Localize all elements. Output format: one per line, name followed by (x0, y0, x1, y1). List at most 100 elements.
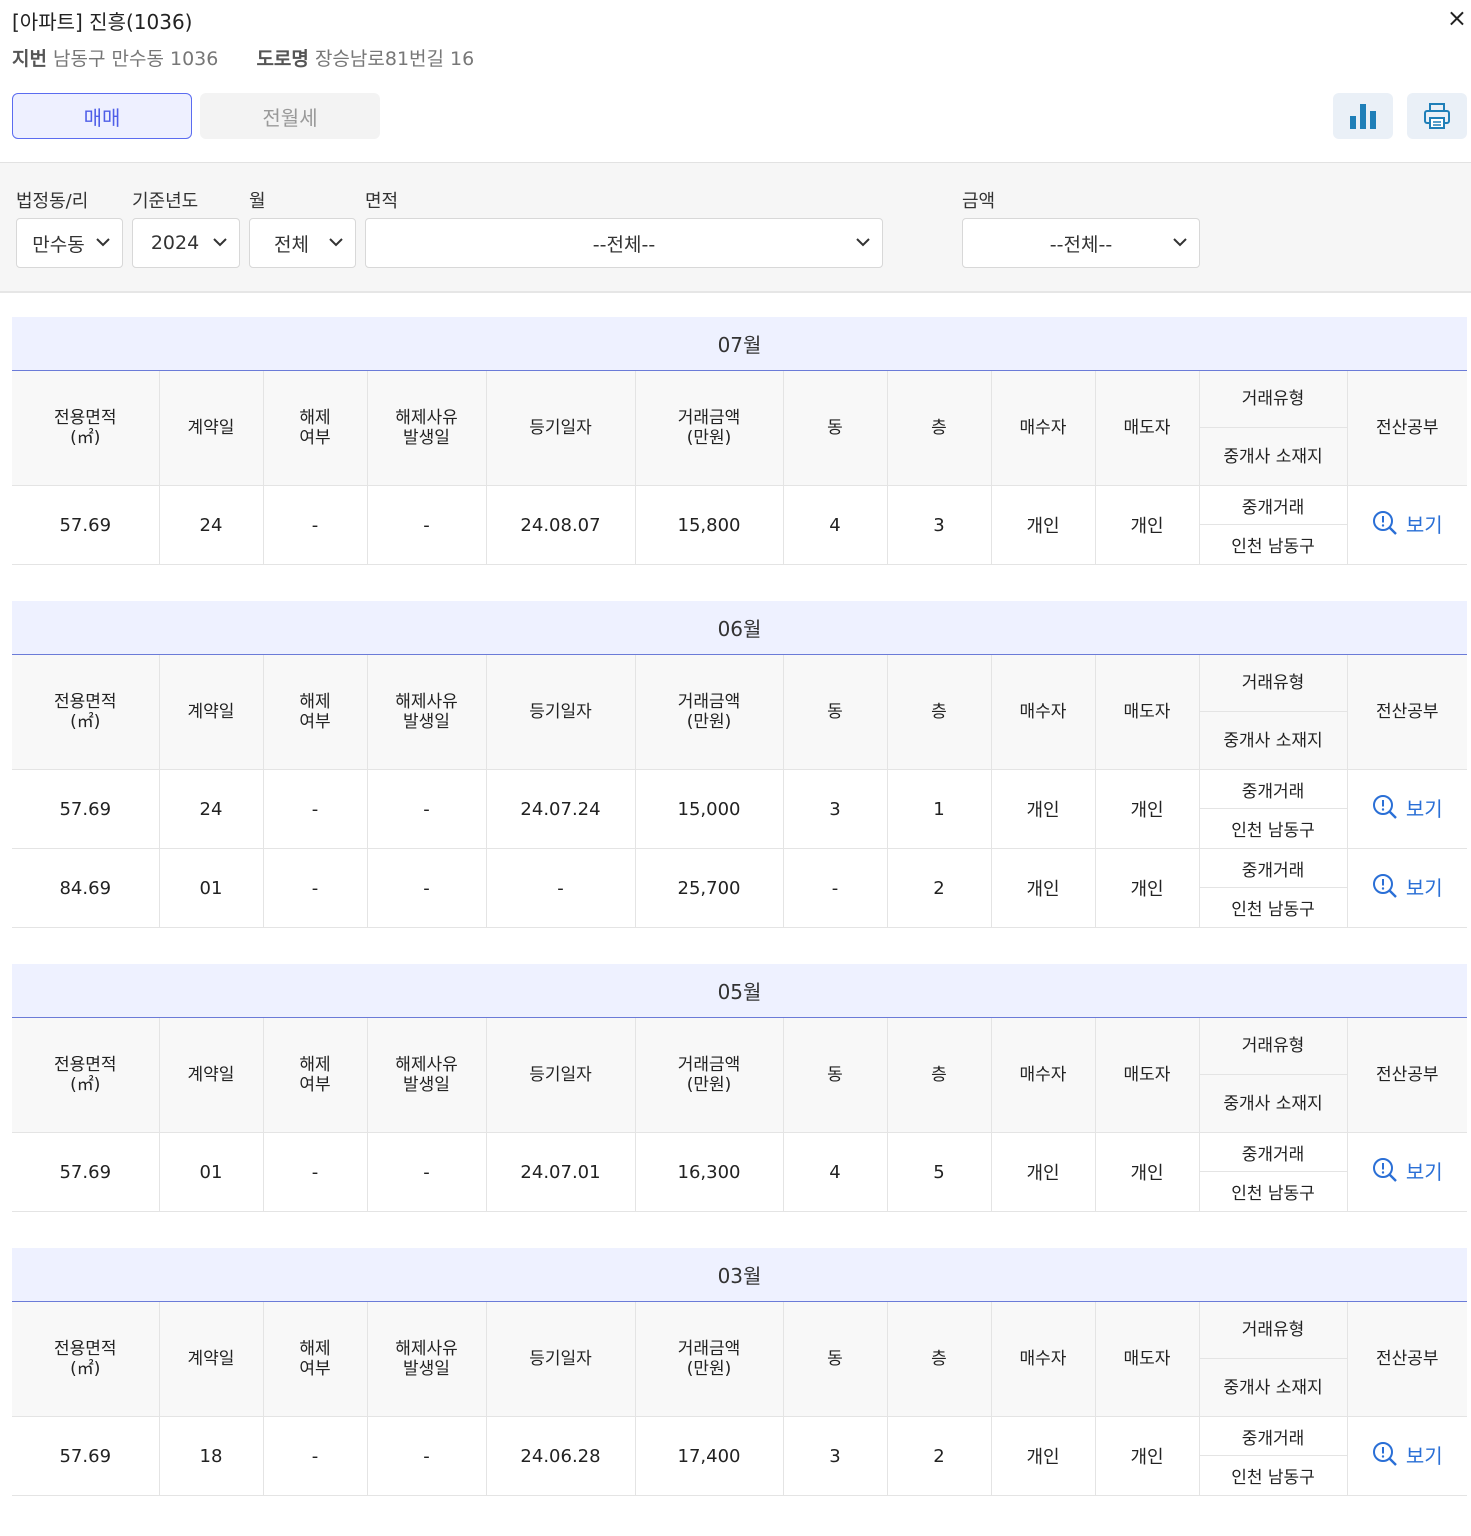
cancel-date-cell: - (367, 769, 487, 849)
deal-type-cell: 중개거래 인천 남동구 (1199, 1132, 1348, 1212)
col-contract-day: 계약일 (159, 371, 264, 486)
deal-type-cell: 중개거래 인천 남동구 (1199, 485, 1348, 565)
col-doc: 전산공부 (1347, 1302, 1467, 1417)
col-floor: 층 (887, 371, 992, 486)
month-select[interactable]: 전체 (249, 218, 356, 268)
col-deal-type: 거래유형 중개사 소재지 (1199, 371, 1348, 486)
floor-cell: 1 (887, 769, 992, 849)
col-cancel-date: 해제사유 발생일 (367, 1302, 487, 1417)
view-doc-button[interactable]: 보기 (1372, 793, 1443, 822)
month-block: 03월 전용면적 (㎡) 계약일 해제 여부 해제사유 발생일 등기일자 거래금액 (만원) 동 층 매수… (12, 1248, 1467, 1496)
view-label: 보기 (1405, 796, 1443, 821)
search-alert-icon (1372, 795, 1397, 820)
agent-loc-value: 인천 남동구 (1231, 1468, 1315, 1488)
col-area-line2: (㎡) (70, 428, 101, 448)
col-area: 전용면적 (㎡) (12, 371, 160, 486)
jibun-label: 지번 (12, 48, 47, 70)
seller-cell: 개인 (1095, 1416, 1200, 1496)
deal-type-cell: 중개거래인천 남동구 (1199, 848, 1348, 928)
close-icon[interactable]: × (1447, 4, 1467, 32)
view-label: 보기 (1405, 875, 1443, 900)
col-agent-loc-label: 중개사 소재지 (1223, 730, 1323, 751)
search-alert-icon (1372, 511, 1397, 536)
col-seller: 매도자 (1095, 1302, 1200, 1417)
chevron-down-icon (856, 238, 870, 247)
table-row: 57.69 18- -24.06.28 17,400 3 2 개인 개인 중개거래 인천 남동구 보… (12, 1416, 1467, 1496)
price-select-value: --전체-- (1049, 233, 1113, 256)
month-title: 07월 (12, 317, 1467, 371)
col-building: 동 (783, 1018, 888, 1133)
col-price-line1: 거래금액 (677, 692, 741, 712)
area-select[interactable]: --전체-- (365, 218, 883, 268)
view-doc-button[interactable]: 보기 (1372, 1156, 1443, 1185)
trade-type-tabs: 매매 전월세 (12, 93, 380, 139)
building-cell: 4 (783, 1132, 888, 1212)
chevron-down-icon (329, 238, 343, 247)
chevron-down-icon (1173, 238, 1187, 247)
col-cancel-line1: 해제 (299, 1055, 331, 1075)
price-cell: 25,700 (635, 848, 784, 928)
col-building: 동 (783, 371, 888, 486)
col-price-line2: (만원) (686, 712, 732, 732)
table-row: 57.69 24- -24.07.24 15,000 3 1 개인 개인 중개거래 인천 남동구 보… (12, 769, 1467, 849)
col-deal-type-label: 거래유형 (1199, 1018, 1347, 1075)
view-doc-button[interactable]: 보기 (1372, 509, 1443, 538)
col-cancel-date-line1: 해제사유 (395, 692, 458, 712)
col-agent-loc-label: 중개사 소재지 (1223, 1093, 1323, 1114)
deal-type-cell: 중개거래 인천 남동구 (1199, 1416, 1348, 1496)
col-price-line2: (만원) (686, 1359, 732, 1379)
reg-date-cell: 24.08.07 (486, 485, 636, 565)
col-building: 동 (783, 655, 888, 770)
seller-cell: 개인 (1095, 1132, 1200, 1212)
col-reg-date: 등기일자 (486, 371, 636, 486)
col-deal-type: 거래유형 중개사 소재지 (1199, 1302, 1348, 1417)
agent-loc-value: 인천 남동구 (1231, 900, 1315, 920)
tab-sale[interactable]: 매매 (12, 93, 192, 139)
col-buyer: 매수자 (991, 1018, 1096, 1133)
price-cell: 17,400 (635, 1416, 784, 1496)
buyer-cell: 개인 (991, 1132, 1096, 1212)
transaction-table: 전용면적 (㎡) 계약일 해제 여부 해제사유 발생일 등기일자 거래금액 (만원) 동 층 매수자 매도… (12, 1018, 1467, 1212)
seller-cell: 개인 (1095, 848, 1200, 928)
view-doc-button[interactable]: 보기 (1372, 872, 1443, 901)
building-cell: 3 (783, 769, 888, 849)
cancel-cell: - (263, 848, 368, 928)
building-cell: - (783, 848, 888, 928)
view-doc-button[interactable]: 보기 (1372, 1440, 1443, 1469)
contract-day-cell: 01 (159, 848, 264, 928)
col-cancel-line2: 여부 (299, 1075, 331, 1095)
year-select[interactable]: 2024 (132, 218, 240, 268)
col-cancel-line1: 해제 (299, 692, 331, 712)
col-area-line2: (㎡) (70, 712, 101, 732)
col-cancel-line1: 해제 (299, 408, 331, 428)
price-select[interactable]: --전체-- (962, 218, 1200, 268)
col-area-line2: (㎡) (70, 1075, 101, 1095)
col-doc: 전산공부 (1347, 655, 1467, 770)
building-cell: 4 (783, 485, 888, 565)
deal-type-value: 중개거래 (1199, 486, 1347, 525)
col-area: 전용면적 (㎡) (12, 1302, 160, 1417)
doc-cell: 보기 (1347, 1132, 1467, 1212)
col-building: 동 (783, 1302, 888, 1417)
area-cell: 57.69 (12, 1132, 160, 1212)
tab-rent[interactable]: 전월세 (200, 93, 380, 139)
area-cell: 57.69 (12, 1416, 160, 1496)
col-seller: 매도자 (1095, 655, 1200, 770)
col-area-line1: 전용면적 (53, 1055, 117, 1075)
col-floor: 층 (887, 1018, 992, 1133)
deal-type-value: 중개거래 (1199, 849, 1347, 888)
month-title: 05월 (12, 964, 1467, 1018)
jibun-value: 남동구 만수동 1036 (53, 48, 219, 70)
print-button[interactable] (1407, 93, 1467, 139)
buyer-cell: 개인 (991, 848, 1096, 928)
col-cancel-date-line1: 해제사유 (395, 1055, 458, 1075)
month-block: 06월 전용면적 (㎡) 계약일 해제 여부 해제사유 발생일 등기일자 거래금액 (만원) 동 층 매수… (12, 601, 1467, 928)
col-price-line1: 거래금액 (677, 1339, 741, 1359)
col-area-line1: 전용면적 (53, 692, 117, 712)
month-block: 05월 전용면적 (㎡) 계약일 해제 여부 해제사유 발생일 등기일자 거래금액 (만원) 동 층 매수… (12, 964, 1467, 1212)
cancel-date-cell: - (367, 848, 487, 928)
chart-button[interactable] (1333, 93, 1393, 139)
cancel-date-cell: - (367, 1416, 487, 1496)
dong-select[interactable]: 만수동 (16, 218, 123, 268)
page-title: [아파트] 진흥(1036) (12, 10, 193, 34)
